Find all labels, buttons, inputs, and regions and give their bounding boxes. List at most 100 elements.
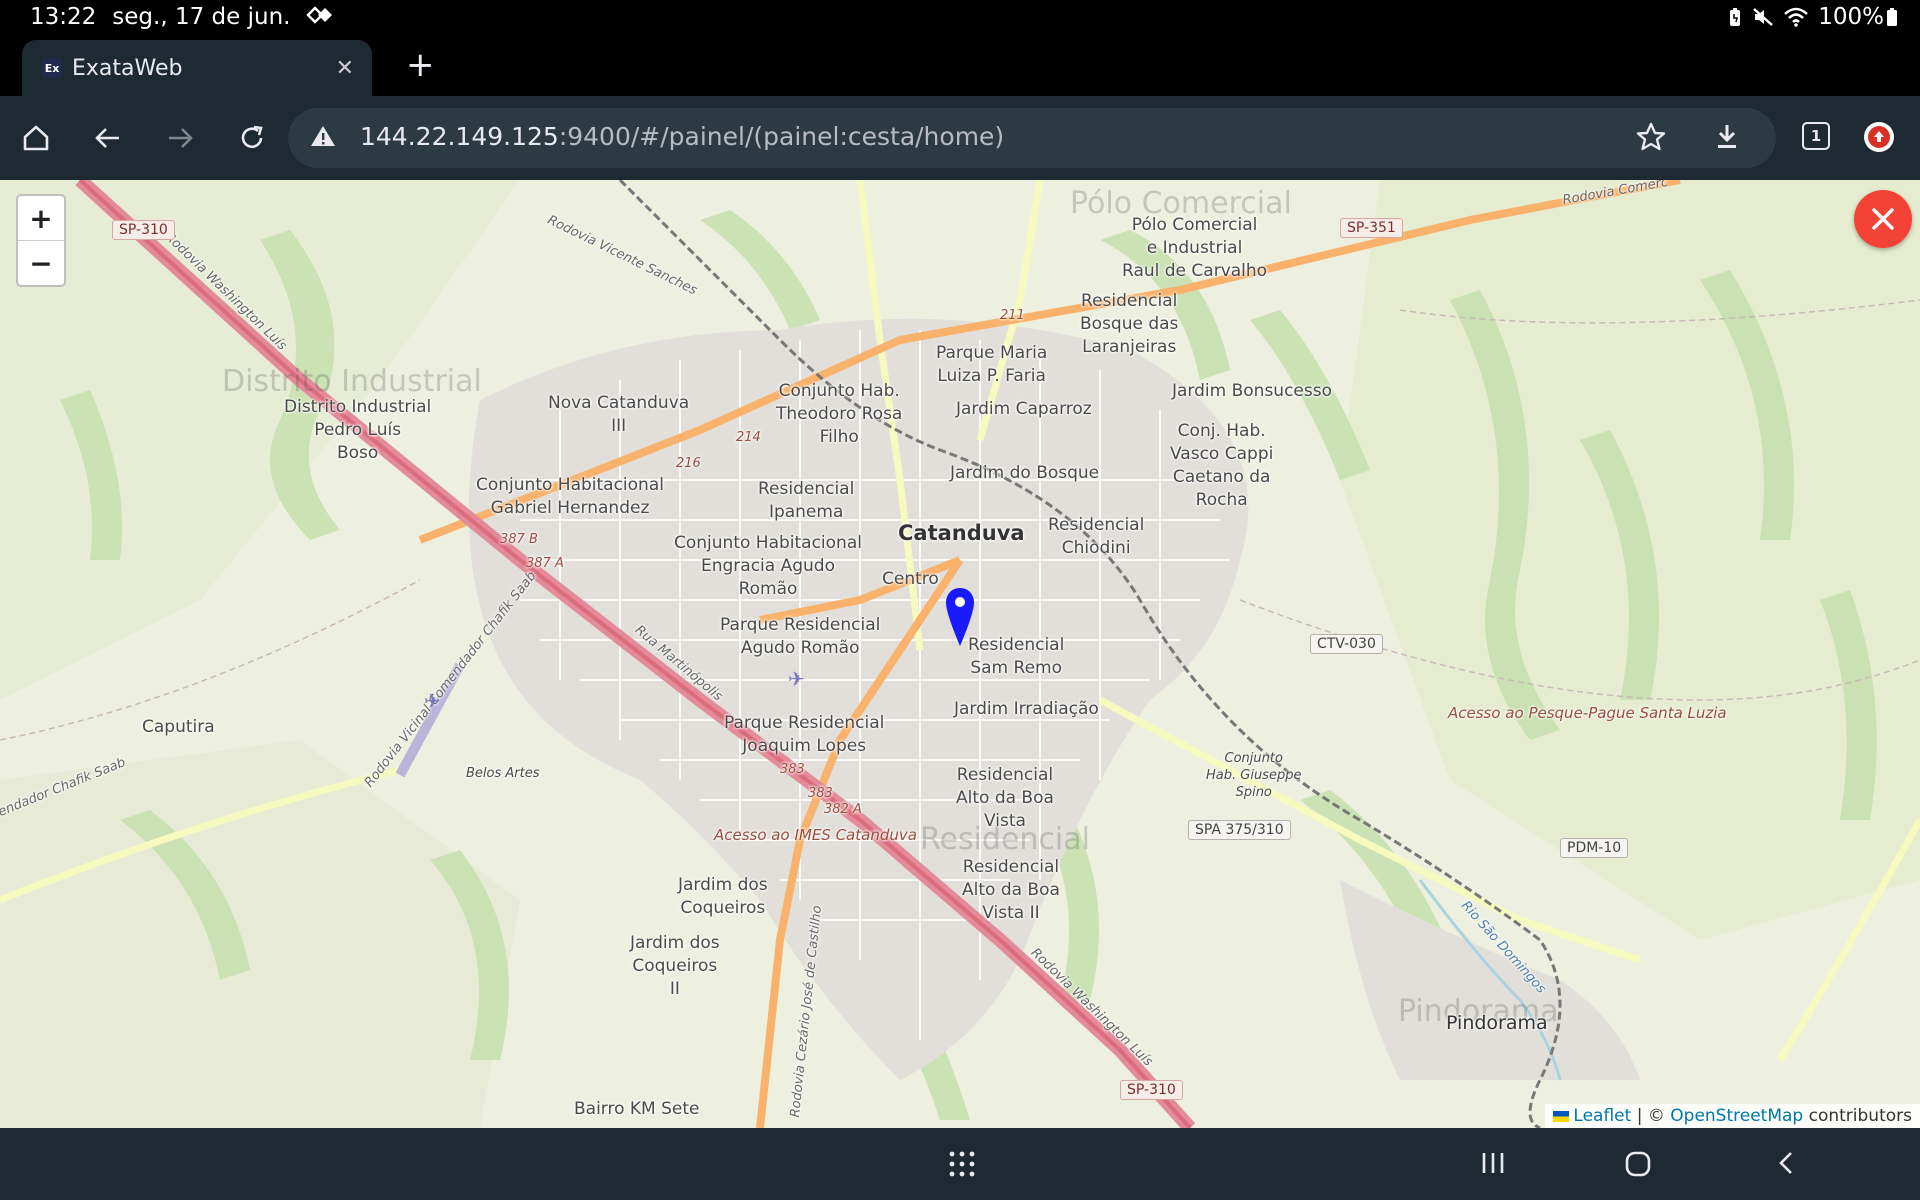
map-tiles [0,180,1920,1128]
map-label: Jardim Irradiação [954,699,1099,719]
close-map-button[interactable] [1854,190,1912,248]
map-label: Caputira [142,717,215,737]
map-label: Jardim dos Coqueiros II [630,933,720,999]
road-number: 382 A [824,802,862,817]
ghost-label: Pólo Comercial [1070,186,1292,221]
battery-percent: 100% [1818,4,1884,30]
road-number: 383 [780,762,805,777]
map-label: Parque Residencial Agudo Romão [720,615,881,658]
favicon-icon: Ex [42,58,62,78]
reload-button[interactable] [228,114,276,162]
back-button[interactable] [84,114,132,162]
map-label-city: Catanduva [898,521,1025,545]
attribution-separator: | © [1636,1106,1665,1126]
map-label: Jardim do Bosque [950,463,1100,483]
airport-icon: ✈ [788,667,805,691]
map-label: Parque Residencial Joaquim Lopes [724,713,885,756]
route-shield: SPA 375/310 [1188,820,1291,840]
new-tab-button[interactable]: + [406,48,435,82]
road-label: Acesso ao Pesque-Pague Santa Luzia [1448,704,1727,722]
ukraine-flag-icon [1553,1110,1570,1122]
map-label: Residencial Alto da Boa Vista [956,765,1054,831]
url-path: :9400/#/painel/(painel:cesta/home) [558,122,1005,151]
map-label: Conjunto Habitacional Engracia Agudo Romão [674,533,862,599]
map-view[interactable]: Pólo Comercial Distrito Industrial Pindo… [0,180,1920,1128]
route-shield: PDM-10 [1560,838,1629,858]
map-label: Bairro KM Sete [574,1099,700,1119]
status-time: 13:22 [30,4,97,30]
osm-link[interactable]: OpenStreetMap [1670,1106,1803,1126]
map-label: Residencial Chiodini [1048,515,1145,558]
map-label: Parque Maria Luiza P. Faria [936,343,1048,386]
zoom-control: + − [16,194,66,287]
app-drawer-button[interactable] [948,1150,976,1178]
map-label: Pólo Comercial e Industrial Raul de Carval… [1122,215,1268,281]
tab-strip: Ex ExataWeb ✕ + [0,36,1920,96]
mute-icon [1752,7,1774,27]
route-shield: SP-351 [1340,218,1403,238]
attribution-contributors: contributors [1808,1106,1912,1126]
home-circle-icon [1625,1151,1651,1177]
road-number: 216 [676,456,701,471]
map-label: Distrito Industrial Pedro Luís Boso [284,397,432,463]
road-label: Acesso ao IMES Catanduva [714,826,917,844]
zoom-out-button[interactable]: − [18,240,64,285]
back-nav-button[interactable] [1774,1150,1800,1176]
system-nav-bar [0,1128,1920,1200]
map-label: Residencial Bosque das Laranjeiras [1080,291,1179,357]
map-label: Jardim dos Coqueiros [678,875,768,918]
leaflet-link[interactable]: Leaflet [1573,1106,1631,1126]
browser-tab[interactable]: Ex ExataWeb ✕ [22,40,372,96]
home-button[interactable] [12,114,60,162]
home-icon [23,125,49,151]
wifi-icon [1784,7,1809,27]
dual-diamond-icon [306,4,334,30]
update-icon[interactable] [1864,122,1894,152]
location-marker-icon[interactable] [944,586,976,652]
grid-icon [949,1151,975,1177]
close-tab-icon[interactable]: ✕ [336,56,354,81]
close-icon [1872,208,1894,230]
road-number: 387 B [500,532,538,547]
map-label: Conjunto Hab. Giuseppe Spino [1206,751,1302,800]
arrow-left-icon [95,128,119,148]
zoom-in-button[interactable]: + [18,196,64,240]
map-label: Residencial Sam Remo [968,635,1065,678]
url-text[interactable]: 144.22.149.125:9400/#/painel/(painel:ces… [360,122,1004,151]
map-label: Jardim Bonsucesso [1172,381,1332,401]
route-shield: SP-310 [112,220,175,240]
battery-saver-icon [1728,7,1742,27]
map-label: Nova Catanduva III [548,393,690,436]
route-shield: CTV-030 [1310,634,1383,654]
road-number: 387 A [526,556,564,571]
status-bar: 13:22 seg., 17 de jun. 100% [0,0,1920,36]
status-date: seg., 17 de jun. [112,4,291,30]
chevron-left-icon [1779,1152,1792,1174]
map-label: Belos Artes [466,766,540,781]
airport-icon: ✈ [424,689,441,713]
tab-switcher-button[interactable]: 1 [1802,122,1830,150]
map-label: Conj. Hab. Vasco Cappi Caetano da Rocha [1170,421,1274,510]
road-number: 214 [736,430,761,445]
download-icon[interactable] [1710,120,1744,158]
browser-toolbar: 144.22.149.125:9400/#/painel/(painel:ces… [0,96,1920,180]
map-label: Conjunto Habitacional Gabriel Hernandez [476,475,664,518]
recent-apps-button[interactable] [1480,1150,1506,1176]
map-label: Residencial Ipanema [758,479,855,522]
forward-button[interactable] [156,114,204,162]
arrow-right-icon [169,128,193,148]
road-number: 211 [1000,308,1025,323]
recents-icon [1482,1153,1504,1173]
map-label-city: Pindorama [1446,1012,1548,1034]
home-nav-button[interactable] [1624,1150,1652,1178]
url-host: 144.22.149.125 [360,122,559,151]
warning-icon[interactable] [310,124,336,152]
route-shield: SP-310 [1120,1080,1183,1100]
reload-icon [241,125,263,148]
battery-icon [1886,7,1898,27]
address-bar[interactable]: 144.22.149.125:9400/#/painel/(painel:ces… [288,108,1776,168]
map-label: Residencial Alto da Boa Vista II [962,857,1060,923]
bookmark-star-icon[interactable] [1634,120,1668,158]
tab-title: ExataWeb [72,55,183,81]
map-label: Conjunto Hab. Theodoro Rosa Filho [776,381,903,447]
